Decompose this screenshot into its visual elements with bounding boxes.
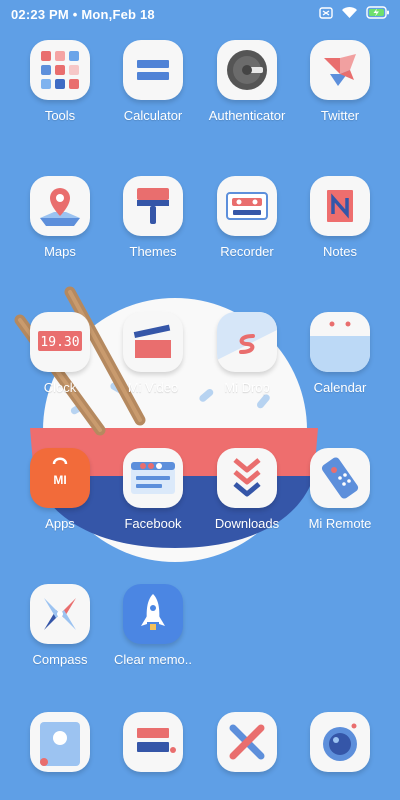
messages-icon	[123, 712, 183, 772]
browser-icon	[217, 712, 277, 772]
app-apps-store[interactable]: MI Apps	[13, 448, 107, 531]
app-label: Calendar	[313, 380, 367, 395]
app-mi-drop[interactable]: Mi Drop	[200, 312, 294, 395]
dock-contacts[interactable]	[13, 712, 107, 780]
app-authenticator[interactable]: Authenticator	[200, 40, 294, 123]
clock-display: 19.30	[40, 335, 79, 350]
app-notes[interactable]: Notes	[293, 176, 387, 259]
app-label: Calculator	[123, 108, 183, 123]
app-label: Apps	[45, 516, 75, 531]
maps-icon	[30, 176, 90, 236]
app-clock[interactable]: 19.30 Clock	[13, 312, 107, 395]
downloads-icon	[217, 448, 277, 508]
app-label: Downloads	[214, 516, 280, 531]
app-label: Clear memo..	[113, 652, 193, 667]
clear-memory-icon	[123, 584, 183, 644]
calendar-icon	[310, 312, 370, 372]
app-themes[interactable]: Themes	[106, 176, 200, 259]
camera-icon	[310, 712, 370, 772]
app-label: Mi Remote	[308, 516, 372, 531]
clock-icon: 19.30	[30, 312, 90, 372]
app-maps[interactable]: Maps	[13, 176, 107, 259]
app-label: Facebook	[124, 516, 182, 531]
app-twitter[interactable]: Twitter	[293, 40, 387, 123]
app-store-badge: MI	[53, 473, 66, 487]
app-label: Maps	[44, 244, 76, 259]
app-label: Themes	[129, 244, 177, 259]
app-compass[interactable]: Compass	[13, 584, 107, 667]
facebook-icon	[123, 448, 183, 508]
app-label: Authenticator	[208, 108, 286, 123]
drop-icon	[217, 312, 277, 372]
app-calendar[interactable]: Calendar	[293, 312, 387, 395]
app-mi-video[interactable]: Mi Video	[106, 312, 200, 395]
contacts-icon	[30, 712, 90, 772]
app-clear-memory[interactable]: Clear memo..	[106, 584, 200, 667]
app-recorder[interactable]: Recorder	[200, 176, 294, 259]
dock-messages[interactable]	[106, 712, 200, 780]
app-label: Mi Video	[127, 380, 179, 395]
app-label: Clock	[43, 380, 77, 395]
tools-folder-icon	[30, 40, 90, 100]
authenticator-icon	[217, 40, 277, 100]
app-store-icon: MI	[30, 448, 90, 508]
calculator-icon	[123, 40, 183, 100]
themes-icon	[123, 176, 183, 236]
app-label: Tools	[44, 108, 76, 123]
dock-browser[interactable]	[200, 712, 294, 780]
app-facebook[interactable]: Facebook	[106, 448, 200, 531]
remote-icon	[310, 448, 370, 508]
recorder-icon	[217, 176, 277, 236]
twitter-icon	[310, 40, 370, 100]
app-mi-remote[interactable]: Mi Remote	[293, 448, 387, 531]
app-label: Mi Drop	[224, 380, 270, 395]
home-screen-grid: Tools Calculator Authenticator Twitter M…	[0, 0, 400, 800]
app-label: Compass	[32, 652, 88, 667]
dock-camera[interactable]	[293, 712, 387, 780]
video-icon	[123, 312, 183, 372]
app-label: Recorder	[220, 244, 274, 259]
app-tools-folder[interactable]: Tools	[13, 40, 107, 123]
notes-icon	[310, 176, 370, 236]
app-calculator[interactable]: Calculator	[106, 40, 200, 123]
app-downloads[interactable]: Downloads	[200, 448, 294, 531]
compass-icon	[30, 584, 90, 644]
app-label: Twitter	[320, 108, 360, 123]
app-label: Notes	[323, 244, 357, 259]
